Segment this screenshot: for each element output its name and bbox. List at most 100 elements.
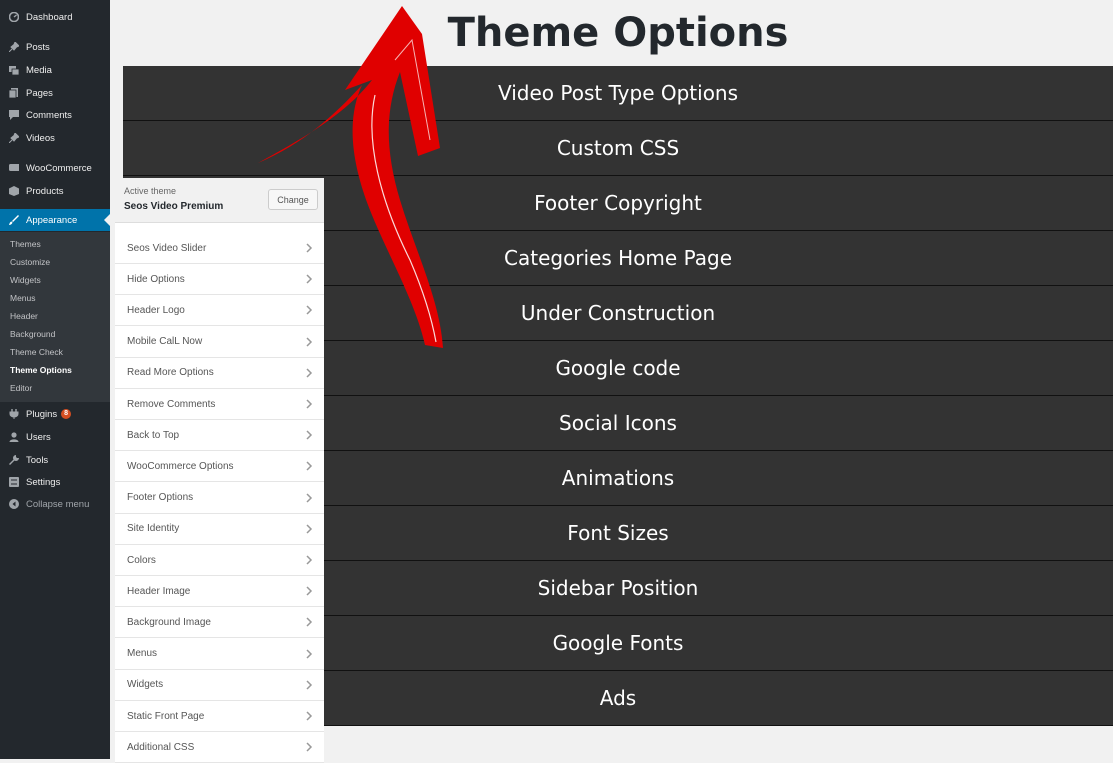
box-icon — [9, 186, 19, 196]
customizer-section-label: Back to Top — [127, 429, 180, 441]
customizer-section-additional-css[interactable]: Additional CSS — [115, 732, 324, 763]
chevron-right-icon — [306, 680, 313, 690]
customizer-section-mobile-call-now[interactable]: Mobile CalL Now — [115, 326, 324, 358]
menu-users-label: Users — [26, 431, 51, 443]
chevron-right-icon — [306, 617, 313, 627]
active-theme-label: Active theme — [124, 186, 177, 196]
submenu-background[interactable]: Background — [10, 328, 55, 340]
wrench-icon — [9, 455, 19, 465]
menu-woocommerce[interactable]: WooCommerce — [0, 157, 110, 179]
customizer-section-colors[interactable]: Colors — [115, 545, 324, 576]
customizer-section-widgets[interactable]: Widgets — [115, 669, 324, 701]
chevron-right-icon — [306, 461, 313, 471]
menu-videos-label: Videos — [26, 132, 55, 144]
customizer-section-static-front-page[interactable]: Static Front Page — [115, 701, 324, 732]
customizer-section-label: Header Logo — [127, 304, 185, 316]
menu-pages[interactable]: Pages — [0, 82, 110, 104]
menu-tools[interactable]: Tools — [0, 449, 110, 471]
chevron-right-icon — [306, 555, 313, 565]
customizer-section-header-image[interactable]: Header Image — [115, 576, 324, 608]
chevron-right-icon — [306, 586, 313, 596]
menu-products[interactable]: Products — [0, 180, 110, 202]
menu-plugins-label: Plugins — [26, 408, 58, 420]
customizer-section-woocommerce-options[interactable]: WooCommerce Options — [115, 451, 324, 483]
active-theme-header: Active theme Seos Video Premium Change — [115, 178, 324, 223]
customizer-section-remove-comments[interactable]: Remove Comments — [115, 389, 324, 420]
option-video-post-type[interactable]: Video Post Type Options — [123, 66, 1113, 121]
plug-icon — [9, 409, 19, 419]
menu-comments[interactable]: Comments — [0, 104, 110, 126]
customizer-section-label: Colors — [127, 554, 156, 566]
customizer-section-label: Read More Options — [127, 367, 214, 379]
menu-users[interactable]: Users — [0, 426, 110, 448]
chevron-right-icon — [306, 337, 313, 347]
chevron-right-icon — [306, 399, 313, 409]
customizer-section-label: Mobile CalL Now — [127, 336, 203, 348]
customizer-panel: Active theme Seos Video Premium Change S… — [115, 178, 324, 763]
menu-appearance[interactable]: Appearance — [0, 209, 110, 231]
customizer-section-label: Menus — [127, 648, 158, 660]
chevron-right-icon — [306, 493, 313, 503]
plugins-update-badge: 8 — [61, 409, 72, 419]
submenu-widgets[interactable]: Widgets — [10, 274, 41, 286]
dashboard-icon — [9, 12, 19, 22]
chevron-right-icon — [306, 742, 313, 752]
menu-comments-label: Comments — [26, 109, 72, 121]
submenu-theme-check[interactable]: Theme Check — [10, 346, 63, 358]
collapse-icon — [9, 499, 19, 509]
customizer-section-label: Hide Options — [127, 273, 185, 285]
customizer-section-site-identity[interactable]: Site Identity — [115, 513, 324, 545]
chevron-right-icon — [306, 368, 313, 378]
submenu-editor[interactable]: Editor — [10, 382, 32, 394]
customizer-section-menus[interactable]: Menus — [115, 638, 324, 670]
submenu-customize[interactable]: Customize — [10, 256, 50, 268]
menu-settings[interactable]: Settings — [0, 471, 110, 493]
customizer-section-back-to-top[interactable]: Back to Top — [115, 420, 324, 452]
pin-icon — [9, 42, 19, 52]
menu-media[interactable]: Media — [0, 59, 110, 81]
customizer-section-read-more-options[interactable]: Read More Options — [115, 357, 324, 389]
menu-settings-label: Settings — [26, 476, 61, 488]
menu-plugins[interactable]: Plugins 8 — [0, 403, 110, 425]
comment-icon — [9, 110, 19, 120]
submenu-theme-options[interactable]: Theme Options — [10, 364, 72, 376]
customizer-section-seos-video-slider[interactable]: Seos Video Slider — [115, 233, 324, 264]
menu-dashboard-label: Dashboard — [26, 11, 73, 23]
submenu-themes[interactable]: Themes — [10, 238, 41, 250]
chevron-right-icon — [306, 711, 313, 721]
customizer-section-background-image[interactable]: Background Image — [115, 607, 324, 639]
active-theme-name: Seos Video Premium — [124, 201, 224, 212]
customizer-section-header-logo[interactable]: Header Logo — [115, 295, 324, 327]
customizer-section-label: Widgets — [127, 679, 164, 691]
chevron-right-icon — [306, 274, 313, 284]
pin-icon — [9, 133, 19, 143]
menu-tools-label: Tools — [26, 454, 49, 466]
submenu-menus[interactable]: Menus — [10, 292, 36, 304]
customizer-section-label: Static Front Page — [127, 710, 205, 722]
chevron-right-icon — [306, 305, 313, 315]
menu-woocommerce-label: WooCommerce — [26, 162, 92, 174]
customizer-section-label: Seos Video Slider — [127, 242, 207, 254]
submenu-header[interactable]: Header — [10, 310, 38, 322]
brush-icon — [9, 215, 19, 225]
menu-media-label: Media — [26, 64, 52, 76]
menu-videos[interactable]: Videos — [0, 127, 110, 149]
chevron-right-icon — [306, 430, 313, 440]
option-custom-css[interactable]: Custom CSS — [123, 121, 1113, 176]
customizer-section-footer-options[interactable]: Footer Options — [115, 482, 324, 514]
menu-posts[interactable]: Posts — [0, 36, 110, 58]
customizer-section-label: Footer Options — [127, 492, 194, 504]
menu-dashboard[interactable]: Dashboard — [0, 6, 110, 28]
change-theme-button[interactable]: Change — [268, 189, 318, 210]
chevron-right-icon — [306, 243, 313, 253]
menu-collapse-label: Collapse menu — [26, 498, 90, 510]
settings-icon — [9, 477, 19, 487]
menu-collapse[interactable]: Collapse menu — [0, 493, 110, 515]
media-icon — [9, 65, 19, 75]
admin-sidebar: Dashboard Posts Media Pages Comments Vid… — [0, 0, 110, 759]
customizer-section-label: WooCommerce Options — [127, 460, 234, 472]
chevron-right-icon — [306, 649, 313, 659]
menu-appearance-label: Appearance — [26, 214, 78, 226]
page-title: Theme Options — [447, 10, 789, 56]
customizer-section-hide-options[interactable]: Hide Options — [115, 264, 324, 296]
